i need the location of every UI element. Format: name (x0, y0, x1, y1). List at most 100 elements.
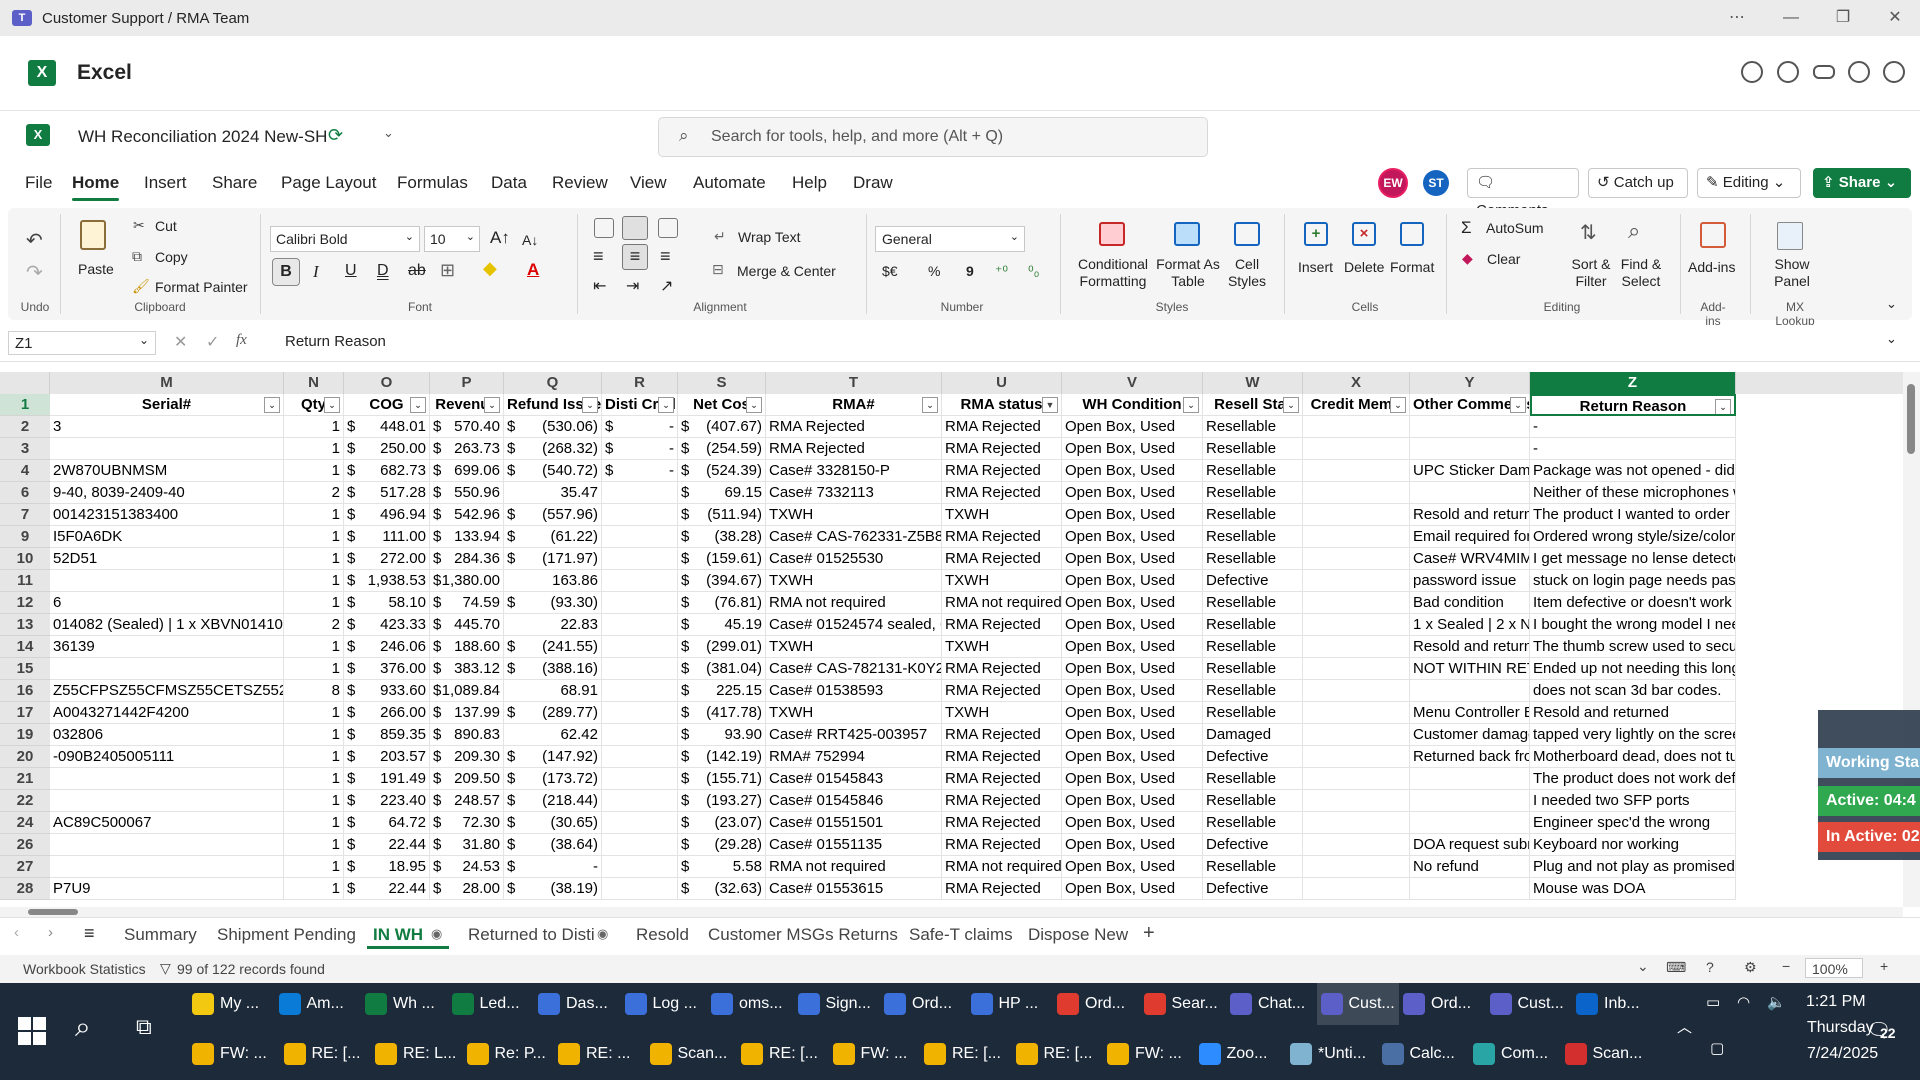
table-cell[interactable]: $1,089.84 (430, 680, 504, 702)
table-cell[interactable]: TXWH (766, 570, 942, 592)
table-header-cell[interactable]: Resell Stat ⌄ (1203, 394, 1303, 416)
table-cell[interactable]: 1 (284, 526, 344, 548)
taskbar-app[interactable]: Am... (278, 983, 344, 1025)
table-cell[interactable]: Email required for RMA (1410, 526, 1530, 548)
table-cell[interactable]: $ (394.67) (678, 570, 766, 592)
table-cell[interactable]: $191.49 (344, 768, 430, 790)
table-cell[interactable]: I5F0A6DK (50, 526, 284, 548)
row-header[interactable]: 17 (0, 702, 50, 724)
table-cell[interactable]: Resellable (1203, 416, 1303, 438)
name-box[interactable]: Z1 ⌄ (8, 331, 156, 355)
table-cell[interactable]: Resold and returned | S (1410, 636, 1530, 658)
add-sheet-icon[interactable]: + (1143, 922, 1155, 945)
restore-button[interactable]: ❐ (1818, 0, 1868, 36)
table-cell[interactable]: $203.57 (344, 746, 430, 768)
borders-icon[interactable]: ⊞ (440, 260, 455, 281)
table-cell[interactable]: Customer damaged it, r (1410, 724, 1530, 746)
row-header[interactable]: 11 (0, 570, 50, 592)
increase-font-icon[interactable]: A↑ (490, 228, 510, 248)
table-cell[interactable]: $682.73 (344, 460, 430, 482)
table-cell[interactable]: Open Box, Used (1062, 548, 1203, 570)
column-header[interactable]: N (284, 372, 344, 394)
table-cell[interactable]: $542.96 (430, 504, 504, 526)
table-cell[interactable]: I needed two SFP ports (1530, 790, 1736, 812)
task-view-icon[interactable]: ⧉ (136, 1014, 152, 1040)
table-cell[interactable] (1303, 856, 1410, 878)
table-cell[interactable]: P7U9 (50, 878, 284, 900)
table-cell[interactable]: $ (557.96) (504, 504, 602, 526)
table-cell[interactable]: RMA Rejected (942, 812, 1062, 834)
table-cell[interactable]: $ (38.64) (504, 834, 602, 856)
table-cell[interactable] (602, 702, 678, 724)
table-cell[interactable]: $69.15 (678, 482, 766, 504)
decrease-font-icon[interactable]: A↓ (522, 232, 538, 248)
taskbar-app[interactable]: Chat... (1230, 983, 1305, 1025)
chevron-left-icon[interactable]: ‹ (14, 924, 19, 941)
table-cell[interactable]: $ - (602, 460, 678, 482)
table-cell[interactable]: 1 (284, 570, 344, 592)
more-options-icon[interactable]: ⋯ (1712, 0, 1762, 36)
filter-dropdown-icon[interactable]: ⌄ (324, 397, 340, 413)
insert-cells-button[interactable]: Insert (1298, 259, 1333, 275)
table-cell[interactable]: Case# 01545846 (766, 790, 942, 812)
table-cell[interactable] (602, 548, 678, 570)
taskbar-app[interactable]: Scan... (1564, 1033, 1642, 1075)
filter-dropdown-icon[interactable]: ⌄ (746, 397, 762, 413)
find-select-button[interactable]: Find & Select (1616, 256, 1666, 290)
table-cell[interactable]: RMA not required (942, 592, 1062, 614)
table-cell[interactable]: $22.44 (344, 878, 430, 900)
table-cell[interactable]: Case# CAS-782131-K0Y2W6- (766, 658, 942, 680)
taskbar-app[interactable]: FW: ... (832, 1033, 907, 1075)
table-cell[interactable]: 1 (284, 834, 344, 856)
table-cell[interactable]: $ (540.72) (504, 460, 602, 482)
table-cell[interactable]: Resellable (1203, 460, 1303, 482)
table-cell[interactable]: Resellable (1203, 636, 1303, 658)
share-button[interactable]: ⇪ Share ⌄ (1813, 168, 1911, 198)
table-cell[interactable]: $ (417.78) (678, 702, 766, 724)
table-cell[interactable]: password issue (1410, 570, 1530, 592)
table-cell[interactable]: RMA# 752994 (766, 746, 942, 768)
table-cell[interactable] (1410, 812, 1530, 834)
table-cell[interactable]: $550.96 (430, 482, 504, 504)
table-cell[interactable]: $272.00 (344, 548, 430, 570)
table-cell[interactable] (1410, 680, 1530, 702)
table-cell[interactable] (602, 526, 678, 548)
windows-start-icon[interactable] (18, 1017, 46, 1045)
table-cell[interactable]: RMA Rejected (942, 482, 1062, 504)
taskbar-app[interactable]: FW: ... (192, 1033, 267, 1075)
table-cell[interactable]: Resellable (1203, 812, 1303, 834)
row-header[interactable]: 20 (0, 746, 50, 768)
table-cell[interactable]: stuck on login page needs password (1530, 570, 1736, 592)
tab-share[interactable]: Share (212, 173, 257, 193)
table-cell[interactable] (602, 834, 678, 856)
table-cell[interactable]: $ (173.72) (504, 768, 602, 790)
tab-review[interactable]: Review (552, 173, 608, 193)
table-cell[interactable]: Open Box, Used (1062, 702, 1203, 724)
chevron-right-icon[interactable]: › (48, 924, 53, 941)
comma-style-button[interactable]: 9 (966, 263, 974, 279)
chevron-down-icon[interactable]: ⌄ (1637, 958, 1649, 975)
table-cell[interactable]: 1 (284, 856, 344, 878)
close-button[interactable]: ✕ (1870, 0, 1920, 36)
table-cell[interactable]: $ (38.19) (504, 878, 602, 900)
align-middle-icon[interactable] (622, 216, 648, 240)
table-cell[interactable]: TXWH (942, 636, 1062, 658)
table-header-cell[interactable]: Return Reason ⌄ (1530, 394, 1736, 416)
table-cell[interactable] (602, 570, 678, 592)
filter-dropdown-icon[interactable]: ⌄ (922, 397, 938, 413)
table-cell[interactable]: Open Box, Used (1062, 570, 1203, 592)
document-title[interactable]: WH Reconciliation 2024 New-SH (78, 127, 327, 147)
table-cell[interactable]: 8 (284, 680, 344, 702)
column-header[interactable]: Y (1410, 372, 1530, 394)
table-header-cell[interactable]: Other Comments ⌄ (1410, 394, 1530, 416)
table-cell[interactable]: $225.15 (678, 680, 766, 702)
table-cell[interactable]: Case# 7332113 (766, 482, 942, 504)
table-cell[interactable]: $266.00 (344, 702, 430, 724)
table-cell[interactable]: Case# WRV4MIM5ZH U (1410, 548, 1530, 570)
table-cell[interactable]: Resellable (1203, 504, 1303, 526)
table-cell[interactable]: $890.83 (430, 724, 504, 746)
tab-insert[interactable]: Insert (144, 173, 187, 193)
table-cell[interactable]: Open Box, Used (1062, 812, 1203, 834)
sort-filter-button[interactable]: Sort & Filter (1568, 256, 1614, 290)
table-cell[interactable]: Open Box, Used (1062, 790, 1203, 812)
